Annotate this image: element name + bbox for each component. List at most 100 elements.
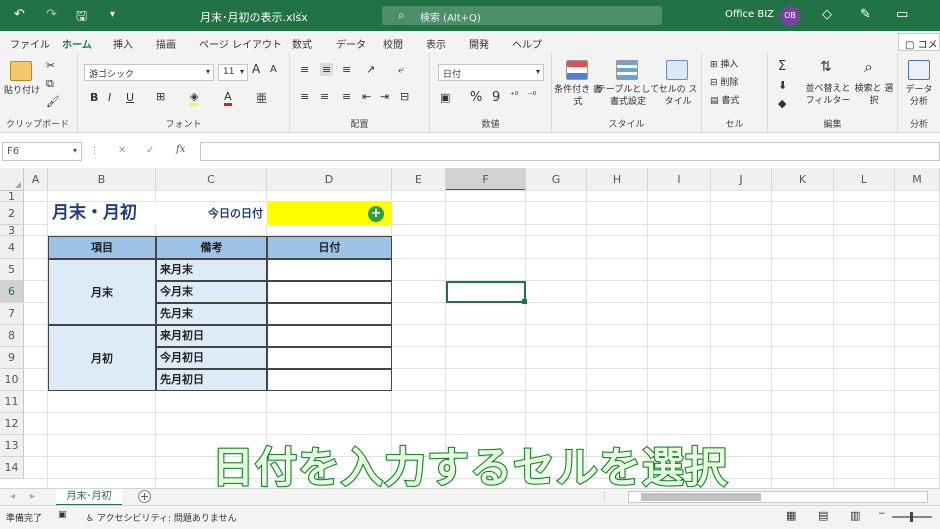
cancel-icon[interactable]: ✕ bbox=[118, 145, 126, 156]
column-header-i[interactable]: I bbox=[648, 168, 711, 191]
format-painter-icon[interactable]: 🖌 bbox=[46, 95, 60, 108]
paste-icon[interactable] bbox=[10, 61, 32, 81]
decrease-indent-icon[interactable]: ⇤ bbox=[362, 90, 371, 103]
page-layout-view-icon[interactable]: ▤ bbox=[818, 509, 828, 522]
diamond-icon[interactable]: ◇ bbox=[822, 7, 832, 22]
tab-review[interactable]: 校閲 bbox=[383, 36, 403, 51]
font-size-select[interactable]: 11 ▾ bbox=[218, 64, 248, 81]
border-icon[interactable]: ⊞ bbox=[156, 90, 165, 103]
find-select-icon[interactable]: ⌕ bbox=[864, 57, 873, 77]
data-analysis-icon[interactable] bbox=[908, 60, 930, 80]
tab-file[interactable]: ファイル bbox=[10, 36, 50, 51]
user-name[interactable]: Office BIZ bbox=[725, 9, 774, 20]
name-box[interactable]: F6 ▾ bbox=[2, 142, 82, 161]
file-name[interactable]: 月末･月初の表示.xlsx bbox=[200, 9, 308, 25]
redo-icon[interactable]: ↷ bbox=[46, 7, 57, 22]
ribbon-display-icon[interactable]: ▭ bbox=[896, 7, 908, 22]
column-header-c[interactable]: C bbox=[156, 168, 267, 191]
pen-icon[interactable]: ✎ bbox=[860, 7, 871, 22]
row-header-9[interactable]: 9 bbox=[0, 347, 24, 369]
tab-formulas[interactable]: 数式 bbox=[292, 36, 312, 51]
format-as-table-icon[interactable] bbox=[616, 60, 638, 80]
orientation-icon[interactable]: ↗ bbox=[366, 63, 375, 76]
align-center-icon[interactable]: ≡ bbox=[320, 90, 329, 103]
row-header-3[interactable]: 3 bbox=[0, 225, 24, 236]
customize-qat-icon[interactable]: ▾ bbox=[110, 9, 115, 20]
align-top-icon[interactable]: ≡ bbox=[300, 63, 309, 76]
row-header-11[interactable]: 11 bbox=[0, 391, 24, 413]
enter-icon[interactable]: ✓ bbox=[146, 145, 154, 156]
cell-styles-icon[interactable] bbox=[666, 60, 688, 80]
row-header-5[interactable]: 5 bbox=[0, 259, 24, 281]
decrease-decimal-icon[interactable]: ⁻⁰ bbox=[528, 91, 536, 101]
accessibility-status[interactable]: ♿ アクセシビリティ: 問題ありません bbox=[86, 511, 237, 524]
avatar[interactable]: OB bbox=[780, 6, 800, 26]
row-header-6[interactable]: 6 bbox=[0, 281, 24, 303]
column-header-d[interactable]: D bbox=[267, 168, 392, 191]
tab-draw[interactable]: 描画 bbox=[156, 36, 176, 51]
column-header-a[interactable]: A bbox=[24, 168, 48, 191]
insert-function-button[interactable]: fx bbox=[176, 144, 185, 155]
zoom-slider-thumb[interactable] bbox=[910, 512, 913, 522]
tab-developer[interactable]: 開発 bbox=[469, 36, 489, 51]
increase-decimal-icon[interactable]: ⁺⁰ bbox=[510, 91, 518, 101]
comma-button[interactable]: 9 bbox=[492, 90, 500, 105]
row-header-2[interactable]: 2 bbox=[0, 202, 24, 225]
selected-cell-f6[interactable] bbox=[446, 281, 526, 303]
wrap-text-icon[interactable]: ⤶ bbox=[398, 63, 404, 77]
tab-data[interactable]: データ bbox=[336, 36, 366, 51]
formula-input[interactable] bbox=[200, 142, 940, 161]
delete-cells-button[interactable]: ⊟ 削除 bbox=[710, 77, 738, 89]
currency-icon[interactable]: ▣ bbox=[440, 91, 450, 104]
column-header-j[interactable]: J bbox=[711, 168, 772, 191]
row-header-1[interactable]: 1 bbox=[0, 191, 24, 202]
align-bottom-icon[interactable]: ≡ bbox=[342, 63, 351, 76]
column-header-e[interactable]: E bbox=[392, 168, 446, 191]
normal-view-icon[interactable]: ▦ bbox=[786, 509, 796, 522]
percent-button[interactable]: % bbox=[470, 90, 482, 105]
cut-icon[interactable]: ✂ bbox=[46, 59, 55, 72]
select-all-corner[interactable]: ◢ bbox=[0, 168, 24, 191]
clear-icon[interactable]: ◆ bbox=[778, 97, 786, 110]
save-icon[interactable]: 🖫 bbox=[76, 7, 87, 29]
row-header-8[interactable]: 8 bbox=[0, 325, 24, 347]
row-header-7[interactable]: 7 bbox=[0, 303, 24, 325]
undo-icon[interactable]: ↶ bbox=[14, 7, 25, 22]
paste-button[interactable]: 貼り付け bbox=[4, 85, 40, 97]
align-middle-icon[interactable]: ≡ bbox=[320, 63, 334, 76]
row-header-4[interactable]: 4 bbox=[0, 236, 24, 259]
search-box[interactable]: ⌕ 検索 (Alt+Q) bbox=[382, 6, 662, 25]
column-header-b[interactable]: B bbox=[48, 168, 156, 191]
format-cells-button[interactable]: ▤ 書式 bbox=[710, 95, 739, 107]
grow-font-button[interactable]: A bbox=[252, 62, 260, 76]
column-header-m[interactable]: M bbox=[895, 168, 940, 191]
conditional-format-button[interactable]: 条件付き 書式 bbox=[554, 84, 602, 108]
align-right-icon[interactable]: ≡ bbox=[342, 90, 351, 103]
italic-button[interactable]: I bbox=[108, 91, 111, 104]
format-as-table-button[interactable]: テーブルとして 書式設定 bbox=[596, 84, 660, 108]
find-select-button[interactable]: 検索と 選択 bbox=[854, 83, 894, 107]
column-header-l[interactable]: L bbox=[834, 168, 895, 191]
underline-button[interactable]: U bbox=[126, 91, 134, 104]
autosum-button[interactable]: Σ bbox=[778, 59, 786, 74]
row-header-12[interactable]: 12 bbox=[0, 413, 24, 435]
fill-handle[interactable] bbox=[522, 299, 527, 304]
column-header-g[interactable]: G bbox=[526, 168, 587, 191]
merge-center-icon[interactable]: ⊟ bbox=[400, 90, 409, 103]
font-color-icon[interactable]: A bbox=[224, 90, 232, 106]
tab-view[interactable]: 表示 bbox=[426, 36, 446, 51]
tab-help[interactable]: ヘルプ bbox=[512, 36, 542, 51]
sort-filter-button[interactable]: 並べ替えと フィルター bbox=[804, 83, 852, 107]
conditional-format-icon[interactable] bbox=[566, 60, 588, 80]
align-left-icon[interactable]: ≡ bbox=[300, 90, 309, 103]
chevron-down-icon[interactable]: ⌵ bbox=[296, 8, 303, 18]
fill-color-icon[interactable]: ◈ bbox=[190, 90, 199, 106]
row-header-10[interactable]: 10 bbox=[0, 369, 24, 391]
cell-styles-button[interactable]: セルの スタイル bbox=[656, 84, 700, 108]
comment-button[interactable]: ▢ コメ bbox=[898, 33, 940, 51]
tab-insert[interactable]: 挿入 bbox=[113, 36, 133, 51]
column-header-k[interactable]: K bbox=[772, 168, 834, 191]
column-header-f[interactable]: F bbox=[446, 168, 526, 191]
font-name-select[interactable]: 游ゴシック ▾ bbox=[84, 64, 214, 81]
sort-filter-icon[interactable]: ⇅ bbox=[820, 59, 832, 75]
